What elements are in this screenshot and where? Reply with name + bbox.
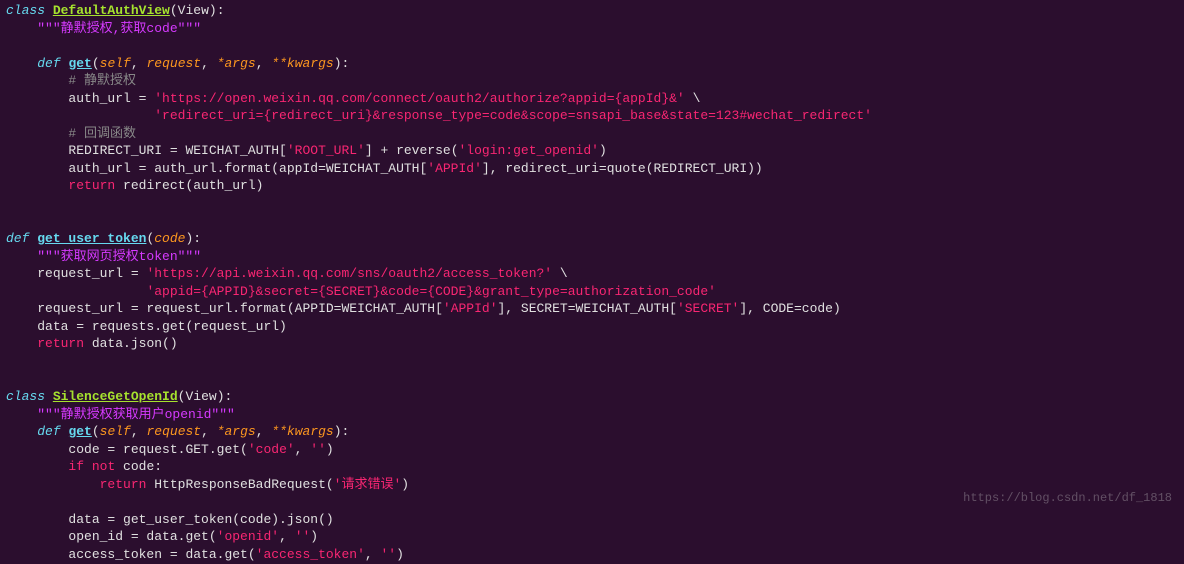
keyword-class: class bbox=[6, 3, 45, 18]
docstring: """静默授权,获取code""" bbox=[37, 21, 201, 36]
docstring: """静默授权获取用户openid""" bbox=[37, 407, 235, 422]
comment: # 回调函数 bbox=[68, 126, 136, 141]
docstring: """获取网页授权token""" bbox=[37, 249, 201, 264]
method-get: get bbox=[68, 424, 91, 439]
code-editor[interactable]: class DefaultAuthView(View): """静默授权,获取c… bbox=[6, 2, 1178, 564]
method-get: get bbox=[68, 56, 91, 71]
function-get-user-token: get_user_token bbox=[37, 231, 146, 246]
comment: # 静默授权 bbox=[68, 73, 136, 88]
watermark-text: https://blog.csdn.net/df_1818 bbox=[963, 490, 1172, 506]
classname: DefaultAuthView bbox=[53, 3, 170, 18]
classname: SilenceGetOpenId bbox=[53, 389, 178, 404]
